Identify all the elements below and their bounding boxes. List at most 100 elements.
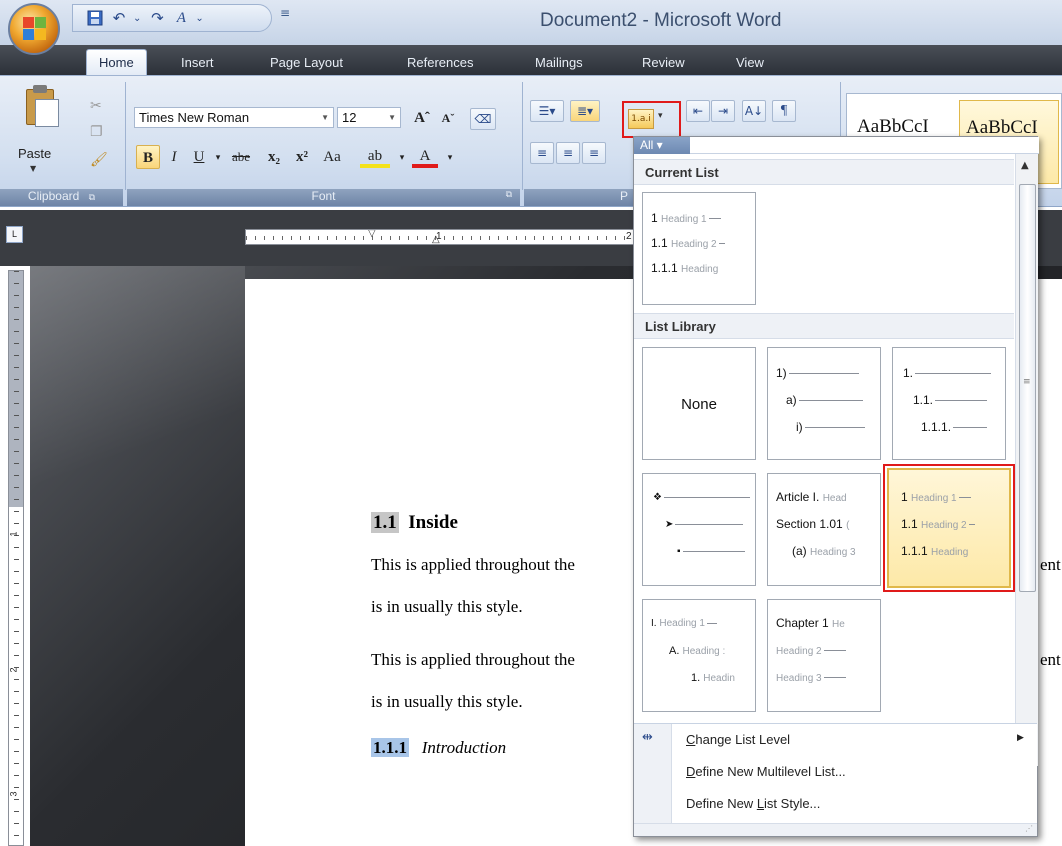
numbering-button[interactable]: ≣▾ bbox=[570, 100, 600, 122]
office-button[interactable] bbox=[8, 3, 60, 55]
clipboard-launcher-icon[interactable]: ⧉ bbox=[89, 192, 95, 202]
decrease-indent-icon[interactable]: ⇤ bbox=[686, 100, 710, 122]
align-right-icon[interactable]: ≡ bbox=[582, 142, 606, 164]
save-icon[interactable] bbox=[85, 8, 105, 28]
paste-icon[interactable] bbox=[22, 83, 62, 129]
strikethrough-button[interactable]: abe bbox=[224, 145, 258, 169]
clipboard-group-label: Clipboard bbox=[27, 189, 80, 203]
office-logo-icon bbox=[23, 17, 47, 41]
show-formatting-button[interactable]: ¶ bbox=[772, 100, 796, 122]
undo-dropdown-icon[interactable]: ⌄ bbox=[133, 13, 141, 24]
resize-grip-icon: ⋰ bbox=[1025, 824, 1033, 833]
heading-2[interactable]: 1.1.1 Introduction bbox=[371, 738, 506, 758]
multilevel-list-dropdown: All ▾ Current List 1 Heading 1 1.1 Headi… bbox=[633, 136, 1039, 837]
chevron-down-icon[interactable]: ▾ bbox=[658, 111, 663, 121]
tab-page-layout[interactable]: Page Layout bbox=[270, 55, 343, 70]
list-library-heading-numbering[interactable]: 1 Heading 1 1.1 Heading 2 1.1.1 Heading bbox=[883, 464, 1015, 592]
paragraph-line-tail[interactable]: ent bbox=[1040, 555, 1061, 575]
tab-selector-icon[interactable]: L bbox=[6, 226, 23, 243]
superscript-button[interactable]: x² bbox=[290, 145, 314, 169]
heading-1[interactable]: 1.1 Inside bbox=[371, 512, 458, 534]
first-line-indent-marker[interactable]: ▽ bbox=[368, 230, 376, 239]
font-group-label: Font bbox=[311, 189, 336, 203]
italic-button[interactable]: I bbox=[162, 145, 186, 169]
tab-insert[interactable]: Insert bbox=[181, 55, 214, 70]
change-list-level-icon: ⇹ bbox=[642, 730, 653, 745]
list-library-header: List Library bbox=[634, 313, 1014, 339]
change-case-button[interactable]: Aa bbox=[316, 145, 348, 169]
tab-home[interactable]: Home bbox=[86, 49, 147, 75]
tab-view[interactable]: View bbox=[736, 55, 764, 70]
grip-icon: ≡ bbox=[1023, 377, 1031, 387]
shrink-font-button[interactable]: Aˇ bbox=[436, 106, 460, 130]
list-library-article-section[interactable]: Article I. Head Section 1.01 ( (a) Headi… bbox=[767, 473, 881, 586]
list-library-numbered-paren[interactable]: 1) a) i) bbox=[767, 347, 881, 460]
list-library-bullets[interactable]: ❖ ➤ ▪ bbox=[642, 473, 756, 586]
resize-grip[interactable]: ⋰ bbox=[634, 823, 1037, 836]
text-highlight-icon[interactable]: ab bbox=[360, 144, 390, 168]
font-size-combo[interactable]: 12 ▼ bbox=[337, 107, 401, 128]
paragraph-group-label: P bbox=[620, 189, 629, 203]
grow-font-button[interactable]: Aˆ bbox=[410, 106, 434, 130]
dropdown-scrollbar[interactable]: ▲ ≡ ▼ bbox=[1015, 154, 1038, 766]
bullets-button[interactable]: ☰▾ bbox=[530, 100, 564, 122]
define-new-list-style-item[interactable]: Define New List Style... bbox=[686, 796, 820, 811]
list-library-chapter[interactable]: Chapter 1 He Heading 2 Heading 3 bbox=[767, 599, 881, 712]
scroll-thumb[interactable]: ≡ bbox=[1019, 184, 1036, 592]
paragraph-line[interactable]: This is applied throughout the bbox=[371, 650, 575, 670]
subscript-button[interactable]: x₂ bbox=[262, 145, 286, 169]
multilevel-list-button[interactable]: 1.a.i ▾ bbox=[622, 101, 681, 138]
filter-all-button[interactable]: All ▾ bbox=[634, 137, 690, 154]
font-launcher-icon[interactable]: ⧉ bbox=[506, 189, 512, 200]
current-list-thumbnail[interactable]: 1 Heading 1 1.1 Heading 2 1.1.1 Heading bbox=[642, 192, 756, 305]
font-color-dropdown-icon[interactable]: ▾ bbox=[438, 145, 462, 169]
change-list-level-item[interactable]: Change List Level bbox=[686, 732, 790, 747]
paragraph-line-tail[interactable]: ent bbox=[1040, 650, 1061, 670]
paste-button[interactable]: Paste bbox=[18, 146, 51, 161]
chevron-down-icon[interactable]: ▼ bbox=[321, 113, 329, 122]
ribbon-tabs: Home Insert Page Layout References Maili… bbox=[0, 45, 1062, 75]
list-library-decimal[interactable]: 1. 1.1. 1.1.1. bbox=[892, 347, 1006, 460]
paragraph-line[interactable]: is in usually this style. bbox=[371, 692, 523, 712]
cut-icon[interactable]: ✂ bbox=[90, 98, 102, 114]
paragraph-line[interactable]: This is applied throughout the bbox=[371, 555, 575, 575]
align-left-icon[interactable]: ≡ bbox=[530, 142, 554, 164]
paste-dropdown-icon[interactable]: ▼ bbox=[30, 164, 36, 173]
hanging-indent-marker[interactable]: △ bbox=[432, 234, 440, 244]
list-library-none[interactable]: None bbox=[642, 347, 756, 460]
window-title: Document2 - Microsoft Word bbox=[540, 10, 782, 31]
sort-button[interactable]: A↓ bbox=[742, 100, 766, 122]
redo-icon[interactable]: ↷ bbox=[147, 8, 167, 28]
ruler-number: 2 bbox=[626, 231, 632, 242]
clear-formatting-icon[interactable]: ⌫ bbox=[470, 108, 496, 130]
title-bar: ↶ ⌄ ↷ A ⌄ ≡ Document2 - Microsoft Word bbox=[0, 0, 1062, 45]
list-library-roman[interactable]: I. Heading 1 A. Heading : 1. Headin bbox=[642, 599, 756, 712]
font-name-combo[interactable]: Times New Roman ▼ bbox=[134, 107, 334, 128]
paragraph-line[interactable]: is in usually this style. bbox=[371, 597, 523, 617]
highlight-dropdown-icon[interactable]: ▾ bbox=[390, 145, 414, 169]
bold-button[interactable]: B bbox=[136, 145, 160, 169]
copy-icon[interactable]: ❐ bbox=[90, 124, 103, 140]
heading-2-number: 1.1.1 bbox=[371, 738, 409, 757]
tab-mailings[interactable]: Mailings bbox=[535, 55, 583, 70]
spelling-dropdown-icon[interactable]: ⌄ bbox=[195, 13, 203, 24]
tab-review[interactable]: Review bbox=[642, 55, 685, 70]
current-list-header: Current List bbox=[634, 159, 1014, 185]
vertical-ruler[interactable]: 1 2 3 bbox=[8, 270, 24, 846]
undo-icon[interactable]: ↶ bbox=[109, 8, 129, 28]
heading-1-text: Inside bbox=[408, 512, 458, 533]
chevron-down-icon[interactable]: ▼ bbox=[388, 113, 396, 122]
horizontal-ruler[interactable]: 1 2 ▽ △ bbox=[245, 229, 662, 245]
customize-qat-icon[interactable]: ≡ bbox=[280, 6, 290, 20]
font-color-icon[interactable]: A bbox=[412, 144, 438, 168]
none-label: None bbox=[681, 396, 717, 413]
format-painter-icon[interactable]: 🖌 bbox=[90, 152, 108, 168]
define-new-multilevel-list-item[interactable]: Define New Multilevel List... bbox=[686, 764, 846, 779]
spelling-icon[interactable]: A bbox=[171, 8, 191, 28]
font-size-value: 12 bbox=[342, 110, 357, 125]
tab-references[interactable]: References bbox=[407, 55, 473, 70]
align-center-icon[interactable]: ≡ bbox=[556, 142, 580, 164]
scroll-up-icon[interactable]: ▲ bbox=[1021, 160, 1029, 171]
ruler-number: 2 bbox=[8, 667, 19, 673]
increase-indent-icon[interactable]: ⇥ bbox=[711, 100, 735, 122]
